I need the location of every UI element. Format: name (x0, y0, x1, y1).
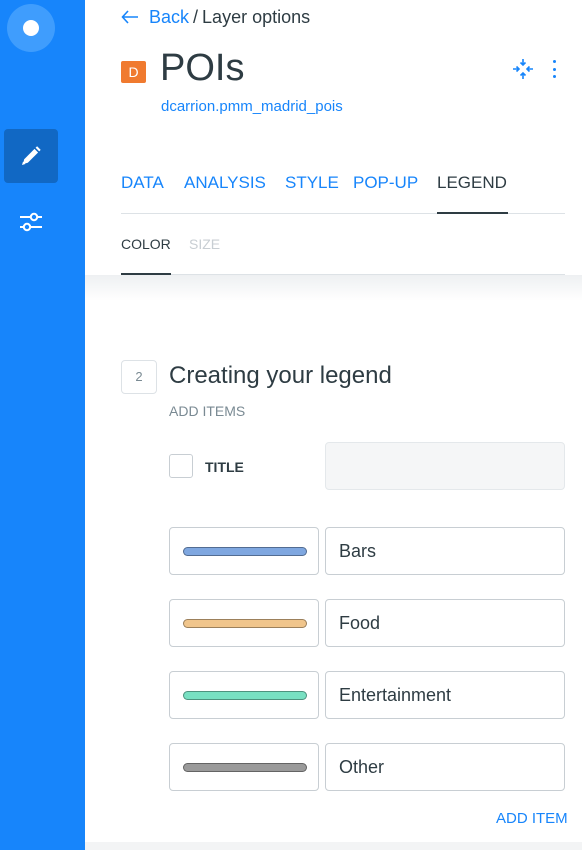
step-number: 2 (121, 360, 157, 394)
legend-item: Other (169, 743, 565, 791)
color-swatch (183, 691, 307, 700)
color-swatch-button[interactable] (169, 743, 319, 791)
legend-label-input[interactable]: Entertainment (325, 671, 565, 719)
tab-legend[interactable]: LEGEND (437, 168, 508, 214)
tab-style[interactable]: STYLE (285, 168, 339, 214)
legend-label-input[interactable]: Other (325, 743, 565, 791)
tab-popup[interactable]: POP-UP (353, 168, 418, 214)
subtab-color[interactable]: COLOR (121, 228, 171, 275)
tab-data[interactable]: DATA (121, 168, 164, 214)
color-swatch-button[interactable] (169, 599, 319, 647)
add-item-button[interactable]: ADD ITEM (496, 810, 568, 828)
color-swatch-button[interactable] (169, 671, 319, 719)
more-options-icon[interactable] (547, 58, 561, 80)
home-logo[interactable] (7, 4, 55, 52)
step-subtitle: ADD ITEMS (169, 403, 246, 419)
legend-label-input[interactable]: Bars (325, 527, 565, 575)
sliders-icon (20, 212, 42, 232)
breadcrumb: Back / Layer options (121, 6, 310, 28)
layer-title[interactable]: POIs (160, 44, 244, 92)
sidebar-item-settings[interactable] (4, 195, 58, 249)
header-shadow (85, 275, 582, 301)
layer-tabs: DATA ANALYSIS STYLE POP-UP LEGEND (121, 168, 565, 214)
breadcrumb-current: Layer options (202, 6, 311, 27)
back-link[interactable]: Back (149, 7, 189, 28)
logo-dot (23, 20, 39, 36)
legend-title-input[interactable] (325, 442, 565, 490)
color-swatch (183, 619, 307, 628)
arrow-left-icon[interactable] (121, 10, 139, 24)
panel-footer-strip (85, 842, 582, 850)
breadcrumb-separator: / (193, 6, 199, 27)
subtab-size[interactable]: SIZE (189, 228, 220, 275)
legend-item: Bars (169, 527, 565, 575)
layer-source-link[interactable]: dcarrion.pmm_madrid_pois (161, 98, 343, 115)
sidebar-item-edit[interactable] (4, 129, 58, 183)
sidebar (0, 0, 85, 850)
color-swatch (183, 763, 307, 772)
tab-analysis[interactable]: ANALYSIS (184, 168, 266, 214)
title-checkbox-label: TITLE (205, 459, 244, 475)
color-swatch-button[interactable] (169, 527, 319, 575)
title-checkbox[interactable] (169, 454, 193, 478)
legend-label-input[interactable]: Food (325, 599, 565, 647)
step-title: Creating your legend (169, 362, 392, 389)
legend-item: Food (169, 599, 565, 647)
collapse-icon[interactable] (512, 58, 534, 80)
pencil-icon (22, 146, 41, 165)
layer-badge: D (121, 61, 146, 83)
color-swatch (183, 547, 307, 556)
legend-subtabs: COLOR SIZE (121, 228, 565, 275)
legend-item: Entertainment (169, 671, 565, 719)
